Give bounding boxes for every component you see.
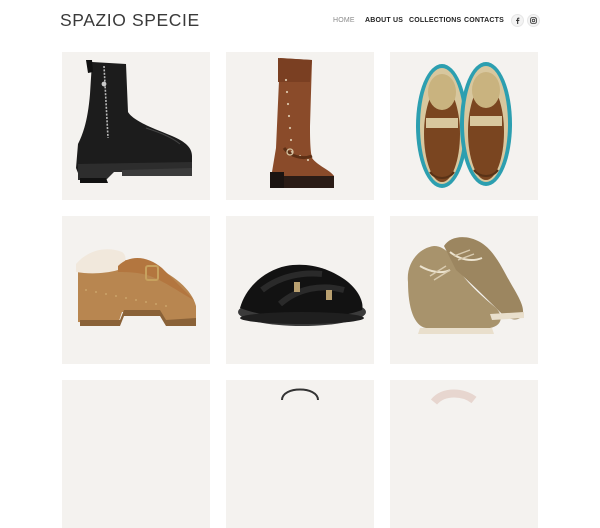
nav-item-contacts[interactable]: CONTACTS [464,17,504,24]
brown-studded-tall-boot-icon [270,58,334,188]
shearling-clog-icon [76,249,196,326]
product-tile[interactable] [226,380,374,528]
product-tile[interactable] [390,52,538,200]
product-tile[interactable] [62,216,210,364]
facebook-icon[interactable] [511,14,524,27]
nav-item-about-us[interactable]: ABOUT US [365,17,403,24]
product-tile[interactable] [226,52,374,200]
beige-lace-up-shoes-icon [407,237,524,334]
nav-item-home[interactable]: HOME [333,17,355,24]
product-image-icon [62,380,210,528]
nav-item-collections[interactable]: COLLECTIONS [409,17,461,24]
instagram-icon[interactable] [527,14,540,27]
handbag-icon [281,388,319,401]
site-header: SPAZIO SPECIE HOME ABOUT US COLLECTIONS … [0,0,600,42]
site-logo[interactable]: SPAZIO SPECIE [60,10,200,31]
product-tile[interactable] [62,380,210,528]
two-tone-penny-loafers-icon [416,62,512,188]
black-shearling-slide-icon [238,264,366,326]
product-tile[interactable] [62,52,210,200]
black-zip-ankle-boot-icon [76,60,192,183]
product-tile[interactable] [390,380,538,528]
product-tile[interactable] [226,216,374,364]
product-image-icon [430,389,477,405]
product-tile[interactable] [390,216,538,364]
